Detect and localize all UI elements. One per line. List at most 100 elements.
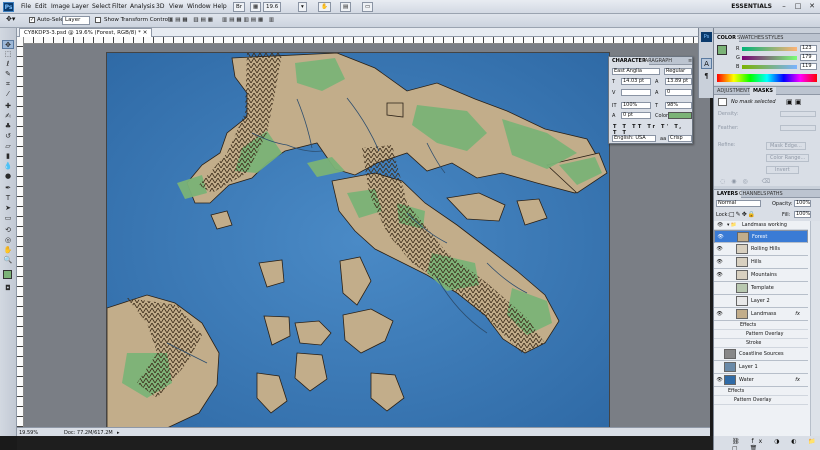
r-slider[interactable] <box>742 47 797 51</box>
dodge-tool-icon[interactable]: ● <box>2 172 14 181</box>
menu-3d[interactable]: 3D <box>156 3 164 10</box>
ps-panel-icon[interactable]: Ps <box>701 32 712 42</box>
language-select[interactable]: English: USA <box>612 135 656 142</box>
document-tab[interactable]: CY8KDP3-3.psd @ 19.6% (Forest, RGB/8) * … <box>19 28 153 37</box>
layer-row[interactable]: Layer 1 <box>714 361 808 374</box>
panel-menu-icon[interactable]: ≡ <box>685 57 695 65</box>
layer-row[interactable]: Layer 2 <box>714 295 808 308</box>
foreground-swatch[interactable] <box>717 45 727 55</box>
menu-layer[interactable]: Layer <box>72 3 89 10</box>
zoom-level-select[interactable]: 19.6 <box>263 2 282 12</box>
g-value[interactable]: 179 <box>800 54 817 61</box>
layer-row[interactable]: 👁 Forest <box>714 230 808 243</box>
menu-image[interactable]: Image <box>51 3 70 10</box>
horizontal-scale-field[interactable]: 98% <box>665 102 692 109</box>
layer-row[interactable]: 👁 Rolling Hills <box>714 243 808 256</box>
layer-row[interactable]: 👁 Hills <box>714 256 808 269</box>
effect-row[interactable]: Pattern Overlay <box>714 330 808 339</box>
baseline-shift-field[interactable]: 0 pt <box>621 112 651 119</box>
hand-tool-button[interactable]: ✋ <box>318 2 331 12</box>
effect-row[interactable]: Effects <box>714 387 808 396</box>
color-spectrum-bar[interactable] <box>717 74 817 82</box>
layer-row[interactable]: Coastline Sources <box>714 348 808 361</box>
menu-window[interactable]: Window <box>187 3 211 10</box>
eye-icon[interactable]: 👁 <box>717 234 724 240</box>
menu-select[interactable]: Select <box>92 3 111 10</box>
pixel-mask-icon[interactable]: ▣ ▣ <box>786 98 801 106</box>
marquee-tool-icon[interactable]: ⬚ <box>2 50 14 59</box>
font-size-field[interactable]: 14.03 pt <box>621 78 651 85</box>
menu-edit[interactable]: Edit <box>35 3 47 10</box>
eye-icon[interactable]: 👁 <box>716 311 723 317</box>
3d-orbit-tool-icon[interactable]: ◎ <box>2 236 14 245</box>
shape-tool-icon[interactable]: ▭ <box>2 214 14 223</box>
layer-row[interactable]: Template <box>714 282 808 295</box>
minibridge-button[interactable]: ▦ <box>250 2 262 12</box>
vertical-scale-field[interactable]: 100% <box>621 102 651 109</box>
bridge-button[interactable]: Br <box>233 2 246 12</box>
tab-paragraph[interactable]: PARAGRAPH <box>639 57 675 65</box>
show-transform-checkbox[interactable] <box>95 17 103 24</box>
close-tab-icon[interactable]: ✕ <box>143 30 148 36</box>
distribute-buttons[interactable]: ▥▤▦▥▤▦ ▥ <box>222 17 276 23</box>
horizontal-ruler[interactable] <box>24 37 710 44</box>
screen-mode-button[interactable]: ▭ <box>362 2 374 12</box>
menu-file[interactable]: File <box>21 3 31 10</box>
minimize-icon[interactable]: – <box>778 1 790 12</box>
view-extras-button[interactable]: ▾ <box>298 2 307 12</box>
group-expand-icon[interactable]: ▾ 📁 <box>727 223 737 228</box>
menu-view[interactable]: View <box>169 3 183 10</box>
eye-icon[interactable]: 👁 <box>716 272 723 278</box>
kerning-field[interactable] <box>621 89 651 96</box>
vertical-ruler[interactable] <box>17 37 24 427</box>
move-tool-icon[interactable]: ✥ <box>2 40 14 49</box>
path-select-tool-icon[interactable]: ➤ <box>2 204 14 213</box>
g-slider[interactable] <box>742 56 797 60</box>
tab-styles[interactable]: STYLES <box>762 34 786 42</box>
hidden-eye-slot[interactable] <box>716 285 723 291</box>
layers-scrollbar[interactable] <box>810 221 820 436</box>
eraser-tool-icon[interactable]: ▱ <box>2 142 14 151</box>
map-canvas[interactable] <box>107 53 609 428</box>
antialias-select[interactable]: Crisp <box>668 135 692 142</box>
3d-rotate-tool-icon[interactable]: ⟲ <box>2 226 14 235</box>
move-tool-icon[interactable]: ✥▾ <box>6 15 15 23</box>
pen-tool-icon[interactable]: ✒ <box>2 184 14 193</box>
paragraph-panel-icon[interactable]: ¶ <box>701 71 712 82</box>
type-tool-icon[interactable]: T <box>2 194 14 203</box>
fill-field[interactable]: 100% <box>794 211 811 218</box>
effect-row[interactable]: Pattern Overlay <box>714 396 808 405</box>
font-style-select[interactable]: Regular <box>664 68 692 75</box>
fx-icon[interactable]: fx <box>795 377 800 383</box>
menu-analysis[interactable]: Analysis <box>130 3 155 10</box>
character-panel-icon[interactable]: A <box>701 58 712 69</box>
auto-select-checkbox[interactable]: ✓ <box>29 17 37 24</box>
align-buttons[interactable]: ▥▤▦ ▥▤▦ <box>168 17 215 23</box>
eye-icon[interactable]: 👁 <box>716 246 723 252</box>
crop-tool-icon[interactable]: ⌗ <box>2 80 14 89</box>
menu-help[interactable]: Help <box>213 3 227 10</box>
auto-select-dropdown[interactable]: Layer <box>62 16 90 25</box>
eye-icon[interactable]: 👁 <box>716 377 723 383</box>
foreground-color-swatch[interactable] <box>3 270 12 279</box>
clone-stamp-tool-icon[interactable]: ♣ <box>2 122 14 131</box>
layer-row[interactable]: 👁 Mountains <box>714 269 808 282</box>
hidden-eye-slot[interactable] <box>716 351 723 357</box>
maximize-icon[interactable]: □ <box>792 1 804 12</box>
workspace-switcher[interactable]: ESSENTIALS <box>731 3 772 10</box>
blend-mode-select[interactable]: Normal <box>716 200 761 207</box>
layers-footer-icons[interactable]: ⛓ fx ◑ ◐ 📁 ▢ 🗑 <box>732 438 820 450</box>
opacity-field[interactable]: 100% <box>794 200 811 207</box>
hidden-eye-slot[interactable] <box>716 364 723 370</box>
zoom-tool-icon[interactable]: 🔍 <box>2 256 14 265</box>
tracking-field[interactable]: 0 <box>665 89 692 96</box>
layer-row[interactable]: 👁 Landmass fx <box>714 308 808 321</box>
b-slider[interactable] <box>742 65 797 69</box>
fx-icon[interactable]: fx <box>795 311 800 317</box>
effect-row[interactable]: Effects <box>714 321 808 330</box>
lasso-tool-icon[interactable]: ℓ <box>2 60 14 69</box>
healing-tool-icon[interactable]: ✚ <box>2 102 14 111</box>
close-icon[interactable]: ✕ <box>806 1 818 12</box>
brush-tool-icon[interactable]: ✍ <box>2 112 14 121</box>
layer-row[interactable]: 👁 Water fx <box>714 374 808 387</box>
